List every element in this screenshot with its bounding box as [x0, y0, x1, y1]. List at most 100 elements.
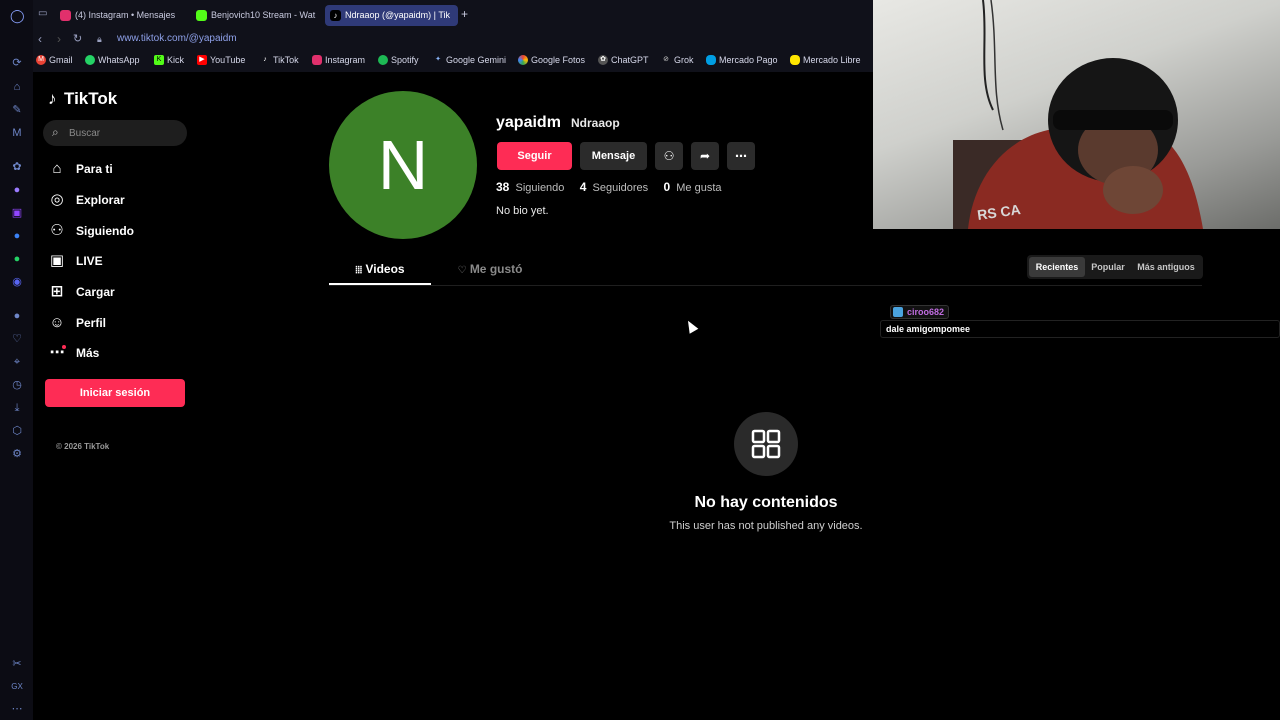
bookmark-mercado-libre[interactable]: Mercado Libre [790, 55, 861, 65]
whatsapp-sidebar-icon[interactable]: ● [10, 252, 24, 266]
bag-icon[interactable]: ⌂ [10, 80, 24, 94]
mouse-cursor-icon [683, 318, 699, 334]
discord-icon[interactable]: ◉ [10, 275, 24, 289]
browser-sidebar: ◯ ⟳ ⌂ ✎ M ✿ ● ▣ ● ● ◉ ● ♡ ⌖ ◷ ⤓ ⬡ ⚙ ✂ GX… [0, 0, 33, 720]
liked-icon: ♡ [457, 265, 467, 276]
download-icon[interactable]: ⤓ [10, 401, 24, 415]
nav-label: Para ti [76, 162, 113, 176]
add-friend-button[interactable]: ⚇ [655, 142, 683, 170]
sort-popular[interactable]: Popular [1086, 257, 1130, 277]
bookmark-youtube[interactable]: ▶ YouTube [197, 55, 245, 65]
bookmark-label: Instagram [325, 55, 366, 65]
url-field[interactable]: www.tiktok.com/@yapaidm [117, 33, 237, 44]
nav-label: Cargar [76, 285, 115, 299]
edit-icon[interactable]: ✎ [10, 103, 24, 117]
bookmark-google-fotos[interactable]: Google Fotos [518, 55, 585, 65]
bookmark-whatsapp[interactable]: WhatsApp [85, 55, 140, 65]
following-icon: ⚇ [50, 222, 64, 239]
bookmark-gmail[interactable]: M Gmail [36, 55, 73, 65]
nav-label: Explorar [76, 193, 125, 207]
opera-logo-icon[interactable]: ◯ [10, 9, 25, 23]
tab-kick-stream[interactable]: Benjovich10 Stream - Wat [191, 5, 319, 26]
tab-label: Ndraaop (@yapaidm) | Tik [345, 10, 451, 20]
bookmark-chatgpt[interactable]: ✿ ChatGPT [598, 55, 649, 65]
gx-icon[interactable]: GX [10, 680, 24, 694]
bookmark-grok[interactable]: ⊘ Grok [661, 55, 693, 65]
nav-mas[interactable]: ⋯ Más [48, 343, 198, 365]
sidebar-more-icon[interactable]: ⋯ [10, 702, 24, 716]
whatsapp-icon [85, 55, 95, 65]
bookmark-label: YouTube [210, 55, 246, 65]
chatgpt-sidebar-icon[interactable]: ✿ [10, 160, 24, 174]
sort-recientes[interactable]: Recientes [1029, 257, 1085, 277]
music-icon[interactable]: ● [10, 309, 24, 323]
more-options-button[interactable]: ⋯ [727, 142, 755, 170]
back-icon[interactable]: ‹ [38, 32, 42, 46]
profile-stats: 38 Siguiendo 4 Seguidores 0 Me gusta [496, 180, 722, 194]
tab-instagram[interactable]: (4) Instagram • Mensajes [55, 5, 185, 26]
nav-siguiendo[interactable]: ⚇ Siguiendo [48, 221, 198, 243]
ellipsis-icon: ⋯ [735, 149, 747, 163]
follow-button[interactable]: Seguir [497, 142, 572, 170]
username: yapaidm [496, 114, 561, 131]
mercado-pago-icon [706, 55, 716, 65]
nav-label: Más [76, 346, 100, 360]
logo-text: TikTok [64, 89, 118, 108]
bookmark-instagram[interactable]: Instagram [312, 55, 365, 65]
bookmark-label: TikTok [273, 55, 299, 65]
bookmark-label: ChatGPT [611, 55, 649, 65]
share-icon: ➦ [699, 149, 711, 163]
bookmark-label: WhatsApp [98, 55, 140, 65]
history-icon[interactable]: ⟳ [10, 56, 24, 70]
mail-icon[interactable]: M [10, 126, 24, 140]
login-button[interactable]: Iniciar sesión [45, 379, 185, 407]
nav-perfil[interactable]: ☺ Perfil [48, 313, 198, 335]
tab-liked[interactable]: ♡ Me gustó [450, 257, 530, 285]
scissors-icon[interactable]: ✂ [10, 657, 24, 671]
bookmark-gemini[interactable]: ✦ Google Gemini [433, 55, 506, 65]
live-icon: ▣ [49, 252, 65, 269]
bookmark-spotify[interactable]: Spotify [378, 55, 419, 65]
bookmark-label: Mercado Libre [803, 55, 861, 65]
following-label[interactable]: Siguiendo [515, 182, 564, 194]
tab-tiktok[interactable]: ♪ Ndraaop (@yapaidm) | Tik [325, 5, 458, 26]
webcam-overlay: RS CA [873, 0, 1280, 229]
nickname: Ndraaop [571, 116, 620, 130]
spotify-icon [378, 55, 388, 65]
extensions-icon[interactable]: ⬡ [10, 424, 24, 438]
pin-icon[interactable]: ⌖ [10, 355, 24, 369]
empty-state-subtitle: This user has not published any videos. [669, 520, 863, 532]
grid-icon: ⦙⦙⦙ [355, 265, 363, 276]
tiktok-icon: ♪ [330, 10, 341, 21]
new-tab-button[interactable]: + [461, 7, 468, 21]
nav-explorar[interactable]: ◎ Explorar [48, 190, 198, 212]
bio: No bio yet. [496, 205, 549, 217]
share-button[interactable]: ➦ [691, 142, 719, 170]
cs-icon[interactable]: ● [10, 183, 24, 197]
clock-icon[interactable]: ◷ [10, 378, 24, 392]
bookmark-tiktok[interactable]: ♪ TikTok [260, 55, 299, 65]
nav-cargar[interactable]: ⊞ Cargar [48, 282, 198, 304]
tab-videos[interactable]: ⦙⦙⦙ Videos [329, 257, 431, 285]
divider [329, 285, 1202, 286]
upload-icon: ⊞ [50, 283, 64, 300]
nav-live[interactable]: ▣ LIVE [48, 251, 198, 273]
workspaces-icon[interactable]: ▭ [38, 8, 47, 19]
reload-icon[interactable]: ↻ [73, 32, 82, 45]
avatar[interactable]: N [329, 91, 477, 239]
search-input[interactable] [69, 124, 179, 142]
message-button[interactable]: Mensaje [580, 142, 647, 170]
followers-label[interactable]: Seguidores [593, 182, 649, 194]
stream-chat-overlay: ciroo682 dale amigompomee [880, 305, 1280, 339]
messenger-icon[interactable]: ● [10, 229, 24, 243]
settings-icon[interactable]: ⚙ [10, 447, 24, 461]
search-box[interactable]: ⌕ [43, 120, 187, 146]
sort-mas-antiguos[interactable]: Más antiguos [1131, 257, 1201, 277]
heart-icon[interactable]: ♡ [10, 332, 24, 346]
bookmark-mercado-pago[interactable]: Mercado Pago [706, 55, 778, 65]
twitch-icon[interactable]: ▣ [10, 206, 24, 220]
forward-icon[interactable]: › [57, 32, 61, 46]
nav-para-ti[interactable]: ⌂ Para ti [48, 159, 198, 181]
bookmark-kick[interactable]: K Kick [154, 55, 184, 65]
tiktok-logo[interactable]: ♪ TikTok [48, 89, 117, 109]
